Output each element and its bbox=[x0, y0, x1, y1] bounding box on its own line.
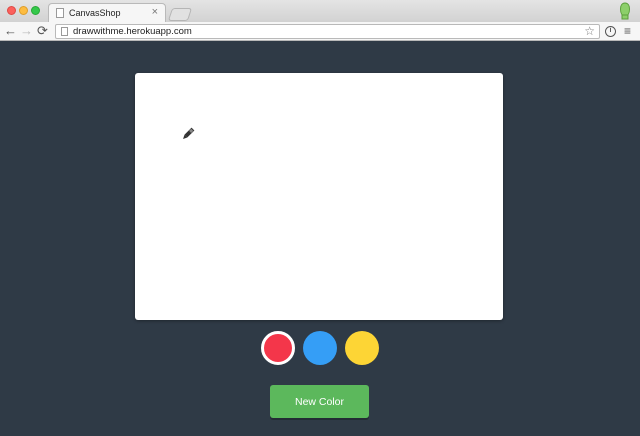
page-icon bbox=[56, 8, 64, 18]
address-bar[interactable]: drawwithme.herokuapp.com ☆ bbox=[55, 24, 600, 39]
color-swatch-yellow[interactable] bbox=[345, 331, 379, 365]
extension-icon[interactable]: i bbox=[605, 26, 616, 37]
new-tab-button[interactable] bbox=[167, 8, 193, 21]
pen-cursor-icon bbox=[183, 127, 195, 139]
browser-tab-bar: CanvasShop × bbox=[0, 0, 640, 22]
close-window-button[interactable] bbox=[7, 6, 16, 15]
browser-tab[interactable]: CanvasShop × bbox=[48, 3, 166, 22]
menu-icon[interactable]: ≡ bbox=[624, 24, 631, 38]
color-swatch-red[interactable] bbox=[261, 331, 295, 365]
minimize-window-button[interactable] bbox=[19, 6, 28, 15]
bookmark-star-icon[interactable]: ☆ bbox=[584, 24, 595, 38]
back-button[interactable]: ← bbox=[4, 23, 17, 39]
new-color-button[interactable]: New Color bbox=[270, 385, 369, 418]
reload-button[interactable]: ⟳ bbox=[37, 23, 48, 39]
page-icon bbox=[61, 27, 68, 36]
maximize-window-button[interactable] bbox=[31, 6, 40, 15]
profile-icon[interactable] bbox=[619, 2, 631, 20]
forward-button[interactable]: → bbox=[20, 23, 33, 39]
browser-toolbar: ← → ⟳ drawwithme.herokuapp.com ☆ bbox=[0, 22, 640, 41]
tab-title: CanvasShop bbox=[69, 8, 121, 18]
tab-close-icon[interactable]: × bbox=[152, 6, 158, 18]
color-swatch-blue[interactable] bbox=[303, 331, 337, 365]
url-text[interactable]: drawwithme.herokuapp.com bbox=[73, 26, 192, 37]
drawing-canvas[interactable] bbox=[135, 73, 503, 320]
